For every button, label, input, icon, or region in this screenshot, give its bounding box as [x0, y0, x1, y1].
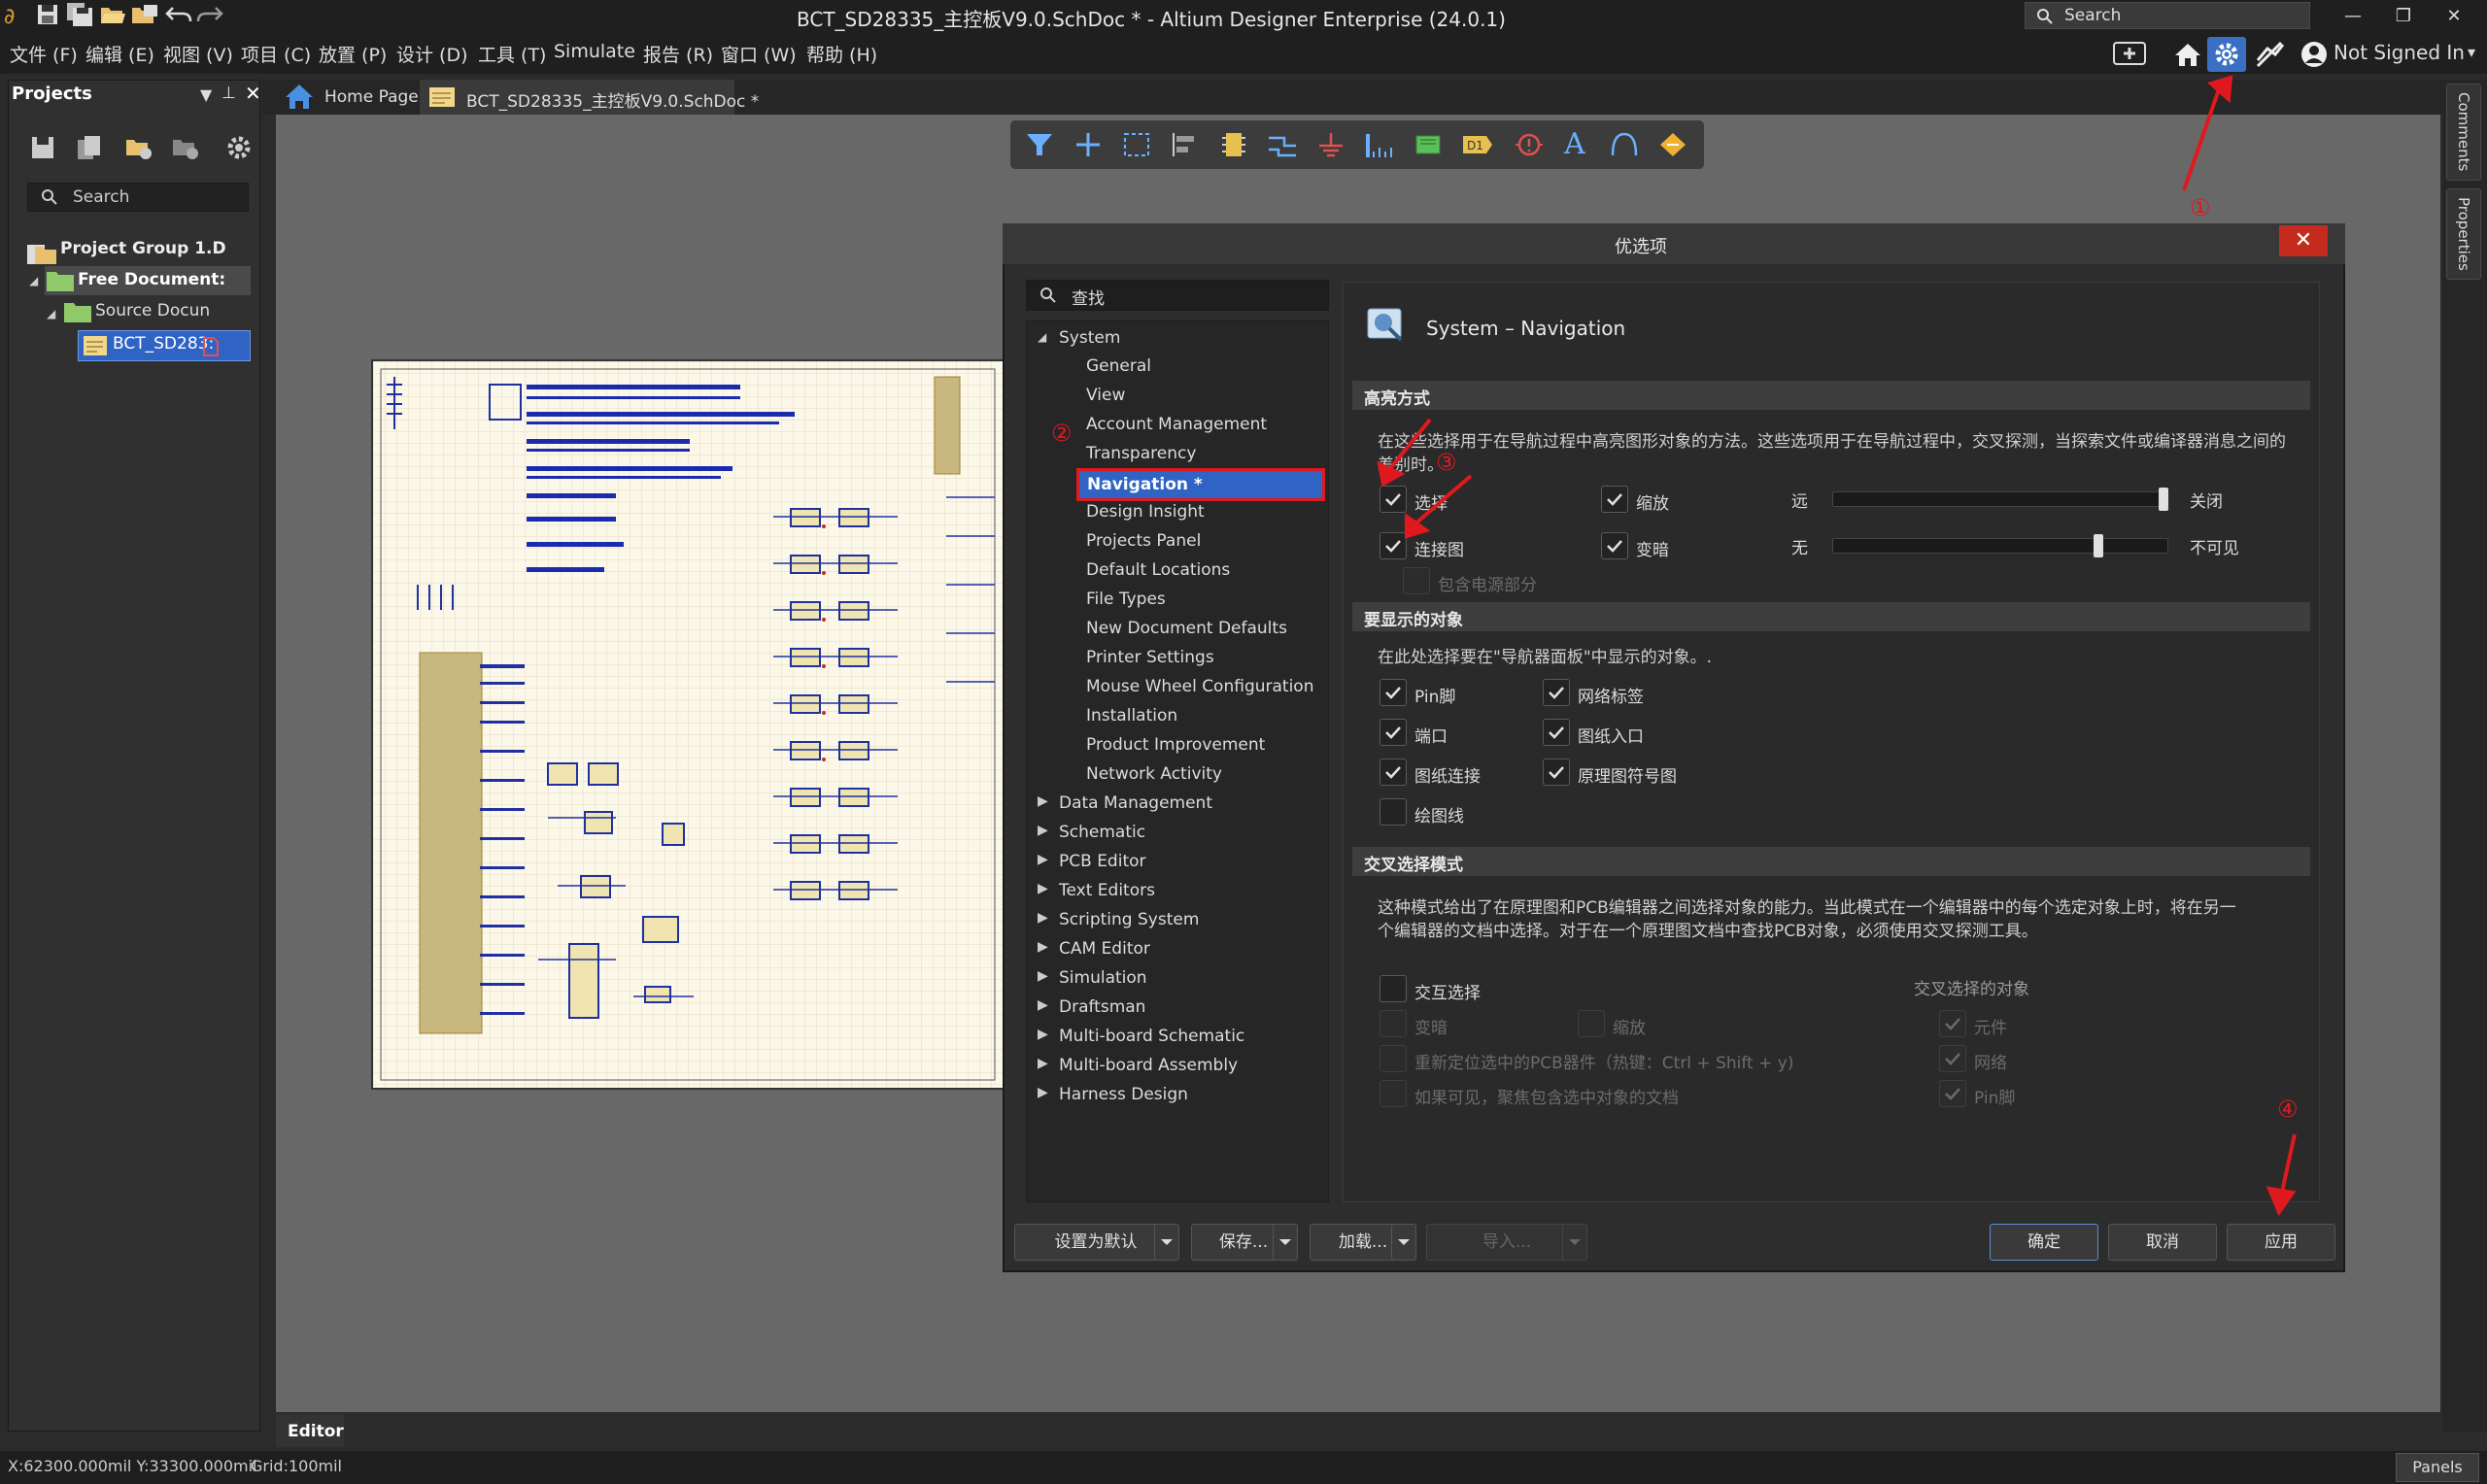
- annotation-step-1: ①: [2190, 194, 2211, 221]
- annotation-arrows: [1377, 75, 2297, 1217]
- annotation-step-2: ②: [1051, 420, 1073, 447]
- annotation-step-4: ④: [2277, 1096, 2299, 1123]
- annotation-step-3: ③: [1436, 449, 1457, 476]
